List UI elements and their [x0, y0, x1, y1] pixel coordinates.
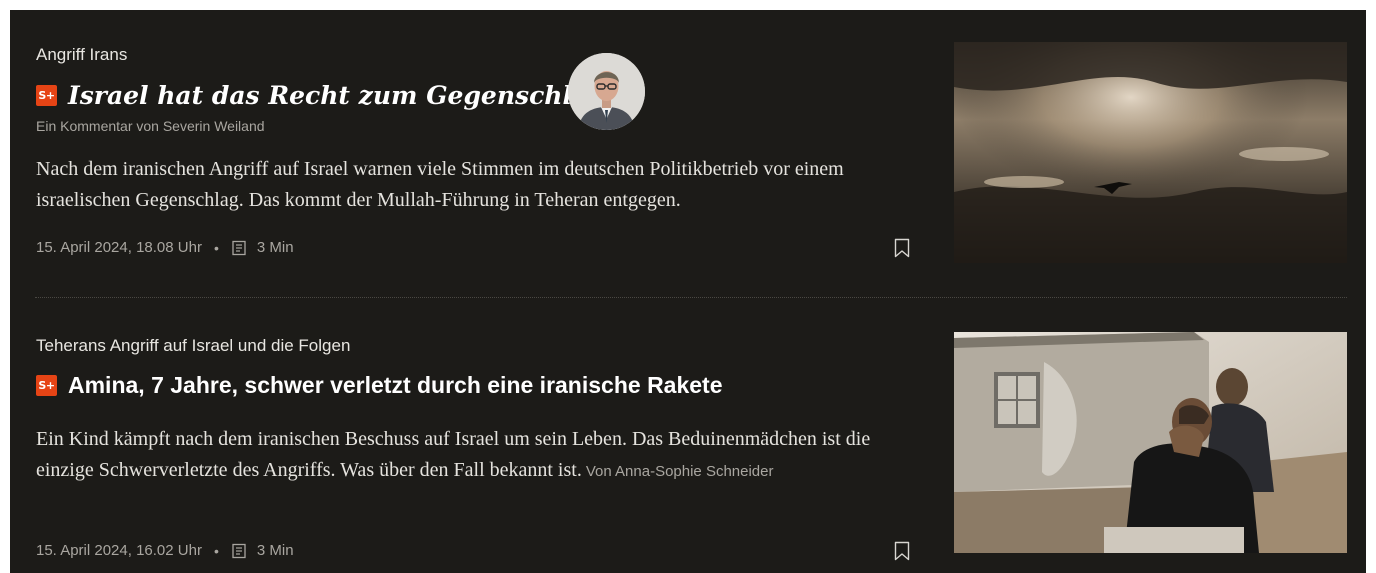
- read-time: 3 Min: [256, 239, 294, 256]
- author-avatar: [568, 53, 645, 130]
- spiegel-plus-icon: S+: [36, 375, 57, 396]
- article-image[interactable]: [954, 332, 1347, 553]
- document-icon: [231, 240, 247, 256]
- article-title[interactable]: Israel hat das Recht zum Gegenschlag: [68, 81, 606, 110]
- meta-separator: •: [213, 239, 219, 256]
- article-meta: 15. April 2024, 18.08 Uhr • 3 Min: [36, 239, 294, 256]
- article-headline[interactable]: S+ Israel hat das Recht zum Gegenschlag: [36, 81, 606, 110]
- article-author: Von Anna-Sophie Schneider: [585, 463, 774, 480]
- article-card[interactable]: Angriff Irans S+ Israel hat das Recht zu…: [10, 10, 1366, 295]
- article-headline[interactable]: S+ Amina, 7 Jahre, schwer verletzt durch…: [36, 372, 723, 399]
- document-icon: [231, 543, 247, 559]
- article-meta: 15. April 2024, 16.02 Uhr • 3 Min: [36, 542, 294, 559]
- bookmark-icon[interactable]: [894, 238, 910, 258]
- article-title[interactable]: Amina, 7 Jahre, schwer verletzt durch ei…: [68, 372, 723, 399]
- article-card[interactable]: Teherans Angriff auf Israel und die Folg…: [10, 298, 1366, 573]
- article-list: Angriff Irans S+ Israel hat das Recht zu…: [10, 10, 1366, 573]
- bookmark-icon[interactable]: [894, 541, 910, 561]
- article-kicker[interactable]: Teherans Angriff auf Israel und die Folg…: [36, 336, 350, 356]
- article-date: 15. April 2024, 16.02 Uhr: [36, 542, 202, 559]
- article-byline: Ein Kommentar von Severin Weiland: [36, 118, 265, 134]
- article-date: 15. April 2024, 18.08 Uhr: [36, 239, 202, 256]
- article-kicker[interactable]: Angriff Irans: [36, 45, 127, 65]
- meta-separator: •: [213, 542, 219, 559]
- article-teaser[interactable]: Ein Kind kämpft nach dem iranischen Besc…: [36, 424, 906, 487]
- article-teaser[interactable]: Nach dem iranischen Angriff auf Israel w…: [36, 154, 936, 216]
- read-time: 3 Min: [256, 542, 294, 559]
- article-image[interactable]: [954, 42, 1347, 263]
- spiegel-plus-icon: S+: [36, 85, 57, 106]
